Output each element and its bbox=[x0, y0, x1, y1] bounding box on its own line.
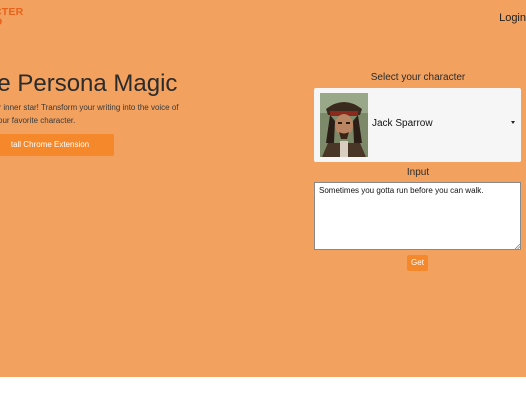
resize-grip-icon[interactable] bbox=[514, 243, 520, 249]
page-title: ie Persona Magic bbox=[0, 70, 178, 97]
select-character-label: Select your character bbox=[370, 72, 466, 83]
logo-line-2: O bbox=[0, 17, 28, 28]
hero-description: ur inner star! Transform your writing in… bbox=[0, 103, 179, 125]
hero-section: CTER O Login ie Persona Magic ur inner s… bbox=[0, 0, 526, 377]
page-bottom bbox=[0, 377, 526, 394]
page: CTER O Login ie Persona Magic ur inner s… bbox=[0, 0, 526, 394]
login-link[interactable]: Login bbox=[499, 12, 526, 24]
character-portrait-image bbox=[320, 93, 368, 157]
logo-line-1: CTER bbox=[0, 6, 24, 18]
input-label: Input bbox=[406, 167, 430, 178]
get-button[interactable]: Get bbox=[407, 255, 428, 271]
brand-logo[interactable]: CTER O bbox=[0, 7, 28, 33]
character-select[interactable]: Jack Sparrow bbox=[314, 88, 521, 162]
install-extension-button[interactable]: tall Chrome Extension bbox=[0, 134, 114, 156]
character-avatar bbox=[320, 93, 368, 157]
chevron-down-icon bbox=[511, 121, 515, 124]
selected-character-name: Jack Sparrow bbox=[372, 118, 433, 129]
input-textarea[interactable]: Sometimes you gotta run before you can w… bbox=[314, 182, 521, 250]
